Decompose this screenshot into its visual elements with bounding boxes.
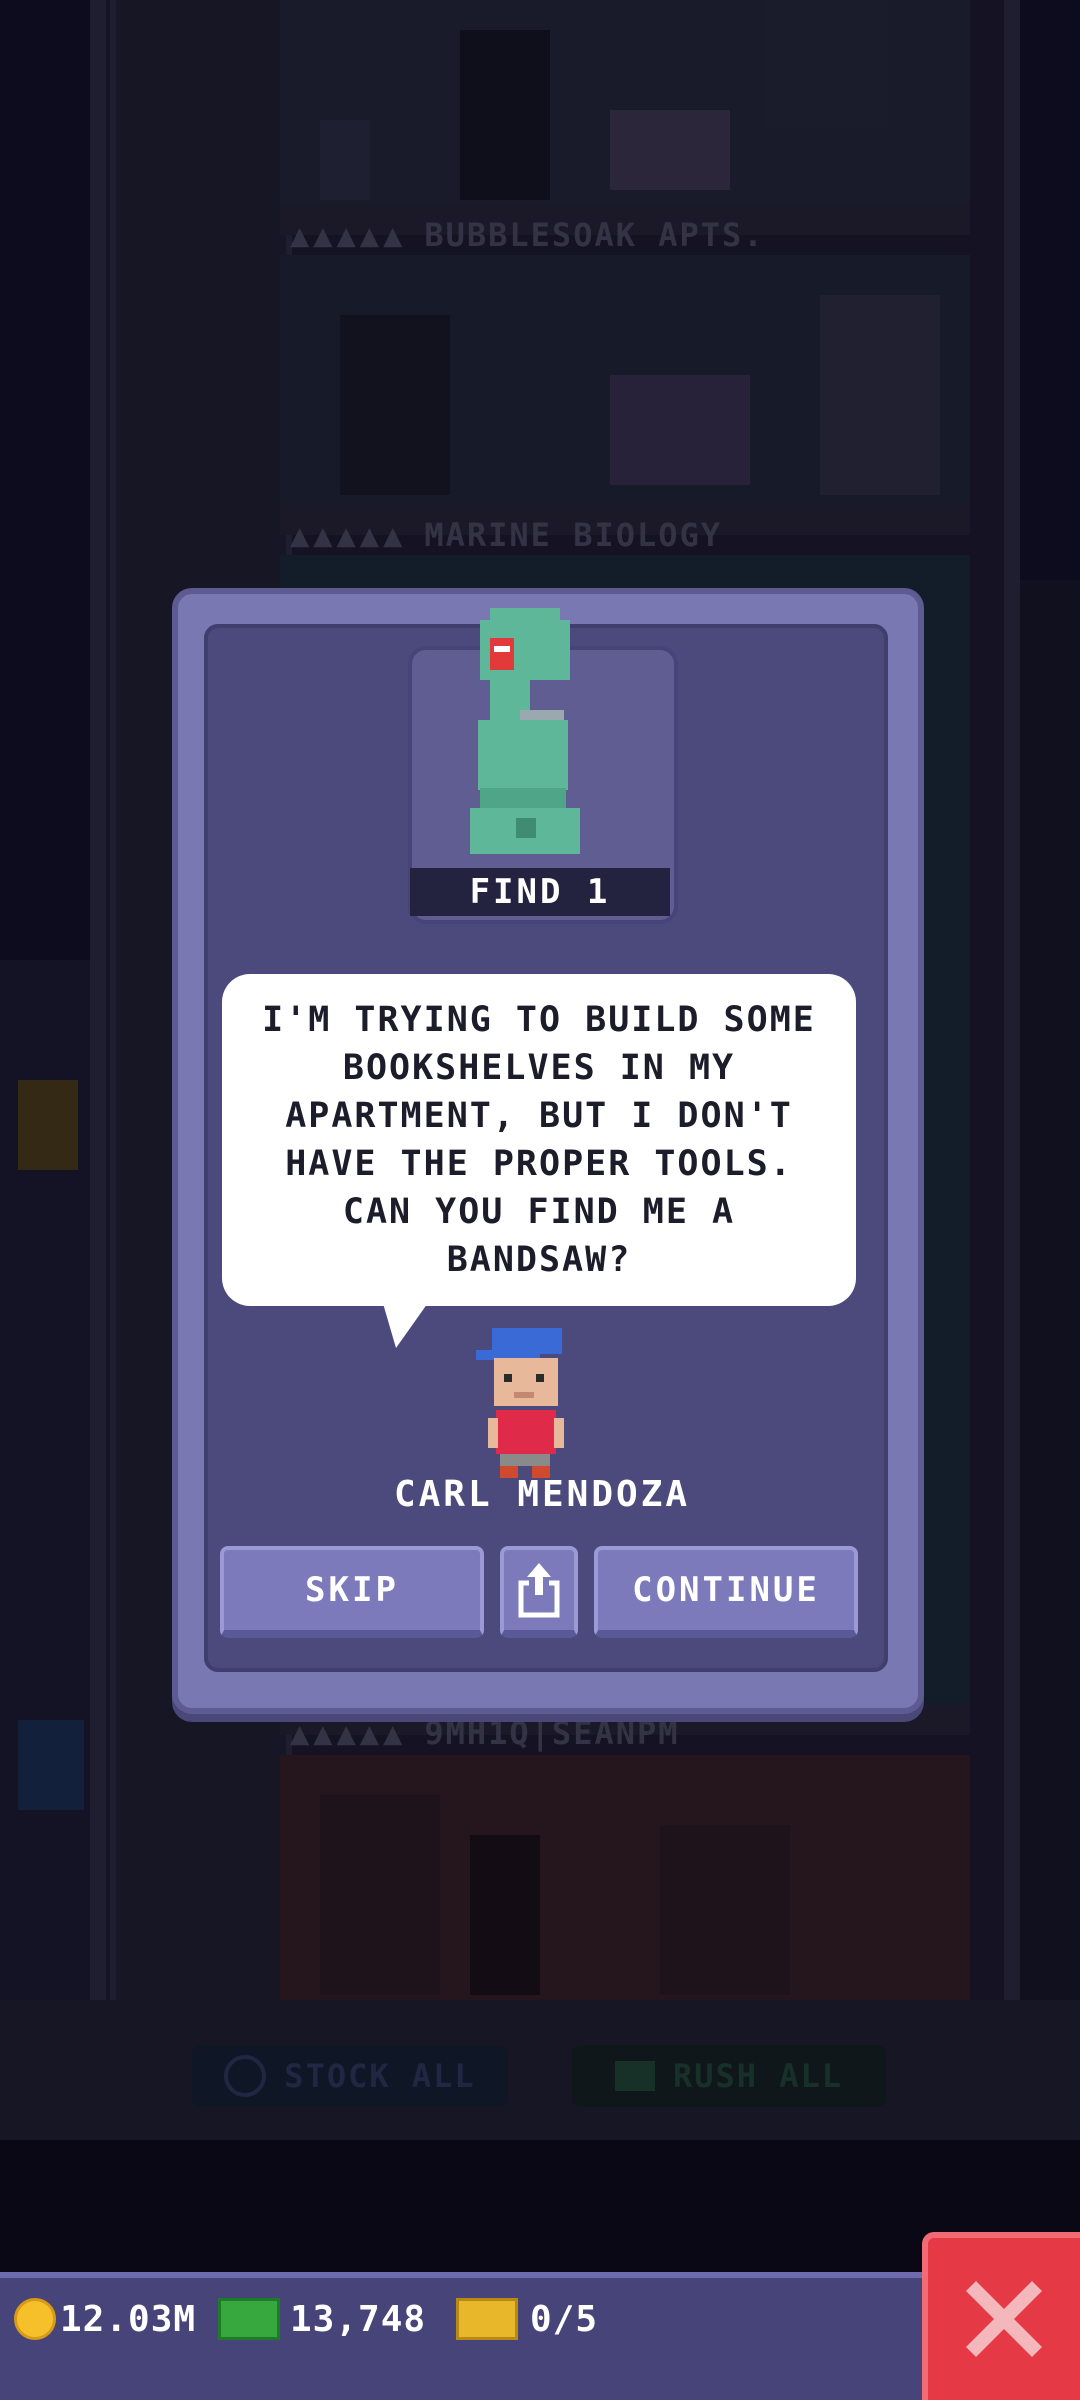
tower-right-rail xyxy=(1004,0,1020,2000)
speech-bubble-tail xyxy=(382,1300,430,1348)
left-sign xyxy=(18,1080,78,1170)
coin-icon xyxy=(14,2298,56,2340)
mission-message: I'M TRYING TO BUILD SOME BOOKSHELVES IN … xyxy=(262,1000,816,1280)
floor-top xyxy=(280,0,970,205)
right-building xyxy=(1020,580,1080,2000)
tower-left-rail xyxy=(90,0,106,2000)
action-strip xyxy=(0,2000,1080,2140)
close-icon xyxy=(966,2281,1042,2357)
clock-icon xyxy=(224,2055,267,2097)
floor-label-2: ▲▲▲▲▲ MARINE BIOLOGY xyxy=(290,516,723,554)
npc-avatar xyxy=(476,1328,564,1478)
coins-display: 12.03M xyxy=(14,2292,196,2346)
skip-button[interactable]: SKIP xyxy=(220,1546,484,1638)
share-button[interactable] xyxy=(500,1546,578,1638)
ticket-icon xyxy=(456,2298,518,2340)
lightning-icon xyxy=(614,2061,655,2091)
share-icon xyxy=(518,1563,560,1618)
floor-bubblesoak xyxy=(280,255,970,505)
close-button[interactable] xyxy=(922,2232,1080,2400)
floor-bottom xyxy=(280,1755,970,2000)
bux-icon xyxy=(218,2298,280,2340)
continue-button[interactable]: CONTINUE xyxy=(594,1546,858,1638)
find-count-label: FIND 1 xyxy=(410,868,670,916)
left-screen xyxy=(18,1720,84,1810)
rush-all-button[interactable]: RUSH ALL xyxy=(572,2045,886,2107)
stock-all-button[interactable]: STOCK ALL xyxy=(192,2045,508,2107)
bux-display: 13,748 xyxy=(218,2292,426,2346)
floor-label-3: ▲▲▲▲▲ 9MH1Q|SEANPM xyxy=(290,1714,680,1752)
tickets-display: 0/5 xyxy=(456,2292,598,2346)
bandsaw-icon xyxy=(470,608,580,854)
floor-label-1: ▲▲▲▲▲ BUBBLESOAK APTS. xyxy=(290,216,765,254)
npc-name: CARL MENDOZA xyxy=(393,1474,691,1515)
